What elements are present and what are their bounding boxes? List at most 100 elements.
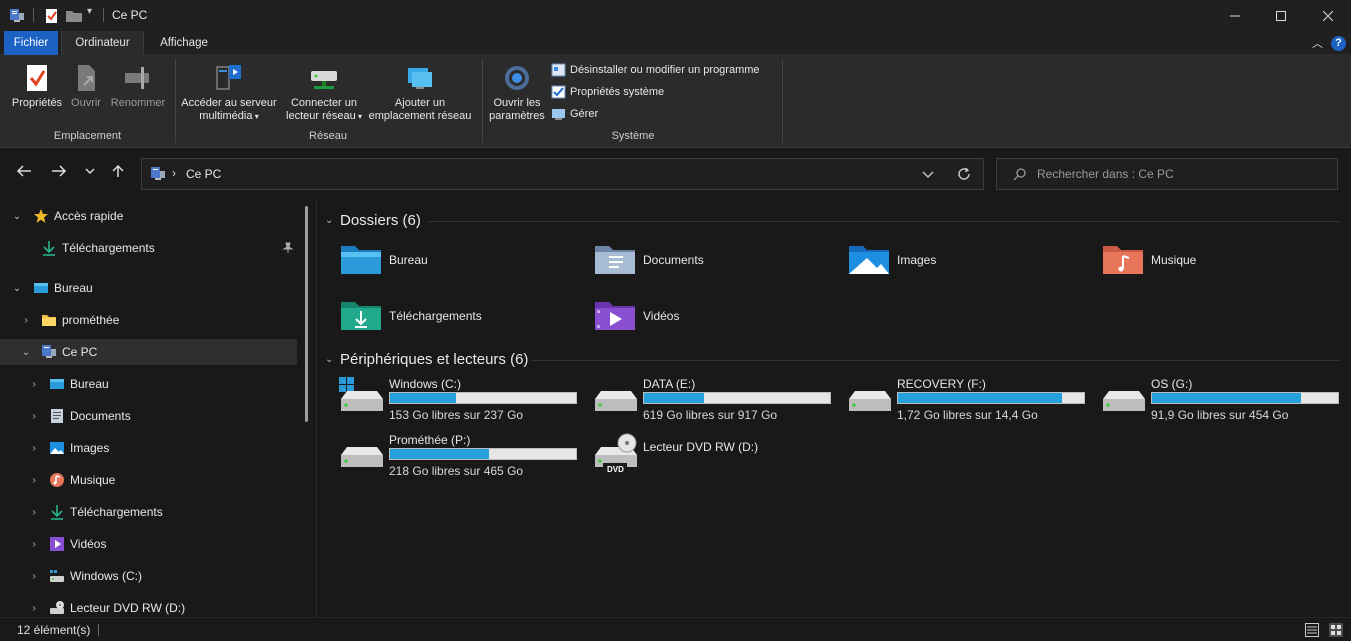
forward-button[interactable] <box>51 164 67 182</box>
maximize-icon <box>1276 10 1286 21</box>
sidebar-item-telechargements[interactable]: Téléchargements <box>0 235 297 261</box>
tab-ordinateur[interactable]: Ordinateur <box>61 31 144 55</box>
properties-button[interactable]: Propriétés <box>9 63 65 110</box>
folder-tile-musique[interactable]: Musique <box>1101 240 1341 280</box>
quick-access-dropdown-icon[interactable]: ▾ <box>87 6 92 17</box>
system-properties-button[interactable]: Propriétés système <box>551 85 664 99</box>
pin-icon[interactable] <box>282 242 294 254</box>
images-folder-icon <box>849 246 889 274</box>
desktop-folder-icon <box>341 246 381 274</box>
drive-tile-os-g[interactable]: OS (G:) 91,9 Go libres sur 454 Go <box>1101 377 1341 427</box>
help-icon[interactable]: ? <box>1331 36 1346 51</box>
folders-section-header[interactable]: Dossiers (6) <box>340 212 421 229</box>
search-icon <box>1013 168 1026 181</box>
properties-icon <box>27 65 47 91</box>
chevron-down-icon[interactable]: ⌄ <box>325 215 333 226</box>
refresh-icon[interactable] <box>957 167 971 181</box>
star-icon <box>34 209 48 223</box>
sidebar-scrollbar[interactable] <box>305 206 308 422</box>
sidebar-item-promethee[interactable]: › prométhée <box>0 307 297 333</box>
properties-quick-icon[interactable] <box>44 8 60 24</box>
chevron-down-icon[interactable]: ⌄ <box>11 283 23 294</box>
folder-tile-bureau[interactable]: Bureau <box>339 240 579 280</box>
details-view-icon[interactable] <box>1305 623 1319 637</box>
tab-affichage[interactable]: Affichage <box>148 31 220 55</box>
manage-button[interactable]: Gérer <box>551 107 598 121</box>
sidebar-item-musique[interactable]: › Musique <box>0 467 297 493</box>
group-label-systeme: Système <box>611 130 655 142</box>
sidebar-item-acces-rapide[interactable]: ⌄ Accès rapide <box>0 203 297 229</box>
ribbon: Propriétés Ouvrir Renommer Emplacement A… <box>0 55 1351 148</box>
drive-tile-data-e[interactable]: DATA (E:) 619 Go libres sur 917 Go <box>593 377 833 427</box>
chevron-right-icon[interactable]: › <box>28 411 40 422</box>
chevron-right-icon[interactable]: › <box>28 475 40 486</box>
sidebar-item-documents[interactable]: › Documents <box>0 403 297 429</box>
folder-tile-documents[interactable]: Documents <box>593 240 833 280</box>
collapse-ribbon-icon[interactable]: ︿ <box>1312 35 1323 51</box>
chevron-right-icon[interactable]: › <box>20 315 32 326</box>
music-folder-icon <box>1103 246 1143 274</box>
sidebar-item-bureau[interactable]: ⌄ Bureau <box>0 275 297 301</box>
sidebar-item-ce-pc[interactable]: ⌄ Ce PC <box>0 339 297 365</box>
drive-tile-windows-c[interactable]: Windows (C:) 153 Go libres sur 237 Go <box>339 377 579 427</box>
chevron-down-icon[interactable]: ⌄ <box>325 354 333 365</box>
open-settings-button[interactable]: Ouvrir les paramètres <box>486 63 548 123</box>
item-count: 12 élément(s) <box>17 623 91 637</box>
network-location-icon <box>408 68 432 89</box>
chevron-down-icon[interactable]: ⌄ <box>11 211 23 222</box>
navigation-pane: ⌄ Accès rapide Téléchargements ⌄ Bureau … <box>0 200 316 617</box>
folder-tile-videos[interactable]: Vidéos <box>593 296 833 336</box>
folder-tile-telechargements[interactable]: Téléchargements <box>339 296 579 336</box>
chevron-right-icon[interactable]: › <box>28 571 40 582</box>
close-button[interactable] <box>1305 0 1351 31</box>
chevron-right-icon[interactable]: › <box>28 379 40 390</box>
music-icon <box>50 473 64 487</box>
tab-fichier[interactable]: Fichier <box>4 31 58 55</box>
chevron-right-icon[interactable]: › <box>28 539 40 550</box>
chevron-right-icon[interactable]: › <box>28 507 40 518</box>
breadcrumb-separator-icon[interactable]: › <box>172 166 176 180</box>
drive-icon <box>341 447 383 467</box>
rename-button[interactable]: Renommer <box>108 63 168 110</box>
drive-tile-promethee-p[interactable]: Prométhée (P:) 218 Go libres sur 465 Go <box>339 433 579 483</box>
new-folder-quick-icon[interactable] <box>65 8 83 24</box>
maximize-button[interactable] <box>1258 0 1304 31</box>
this-pc-icon <box>42 345 56 358</box>
back-button[interactable] <box>16 164 32 182</box>
drive-icon <box>849 391 891 411</box>
drive-tile-dvd-d[interactable]: DVD Lecteur DVD RW (D:) <box>593 433 833 483</box>
media-server-button[interactable]: Accéder au serveur multimédia ▾ <box>178 63 280 123</box>
group-label-emplacement: Emplacement <box>53 130 122 142</box>
uninstall-program-button[interactable]: Désinstaller ou modifier un programme <box>551 63 760 77</box>
devices-section-header[interactable]: Périphériques et lecteurs (6) <box>340 351 528 368</box>
drive-tile-recovery-f[interactable]: RECOVERY (F:) 1,72 Go libres sur 14,4 Go <box>847 377 1087 427</box>
title-bar: ▾ Ce PC <box>0 0 1351 31</box>
sidebar-item-windows-c[interactable]: › Windows (C:) <box>0 563 297 589</box>
address-bar[interactable]: › Ce PC <box>141 158 984 190</box>
tiles-view-icon[interactable] <box>1329 623 1343 637</box>
search-box[interactable]: Rechercher dans : Ce PC <box>996 158 1338 190</box>
search-input[interactable]: Rechercher dans : Ce PC <box>1037 167 1174 181</box>
up-button[interactable] <box>111 164 125 182</box>
map-network-drive-button[interactable]: Connecter un lecteur réseau ▾ <box>282 63 366 123</box>
sidebar-item-videos[interactable]: › Vidéos <box>0 531 297 557</box>
address-history-chevron-icon[interactable] <box>922 170 934 180</box>
recent-locations-button[interactable] <box>84 164 96 182</box>
breadcrumb[interactable]: Ce PC <box>186 167 221 181</box>
folder-tile-images[interactable]: Images <box>847 240 1087 280</box>
chevron-right-icon[interactable]: › <box>28 443 40 454</box>
group-label-reseau: Réseau <box>309 130 347 142</box>
chevron-down-icon[interactable]: ⌄ <box>20 347 32 358</box>
images-icon <box>50 442 64 454</box>
add-network-location-button[interactable]: Ajouter un emplacement réseau <box>366 63 474 123</box>
download-icon <box>51 505 63 520</box>
folder-icon <box>42 315 56 326</box>
chevron-right-icon[interactable]: › <box>28 603 40 614</box>
minimize-button[interactable] <box>1212 0 1258 31</box>
sidebar-item-images[interactable]: › Images <box>0 435 297 461</box>
drive-icon <box>595 391 637 411</box>
desktop-icon <box>34 283 48 293</box>
open-button[interactable]: Ouvrir <box>66 63 106 110</box>
sidebar-item-pc-telechargements[interactable]: › Téléchargements <box>0 499 297 525</box>
sidebar-item-pc-bureau[interactable]: › Bureau <box>0 371 297 397</box>
